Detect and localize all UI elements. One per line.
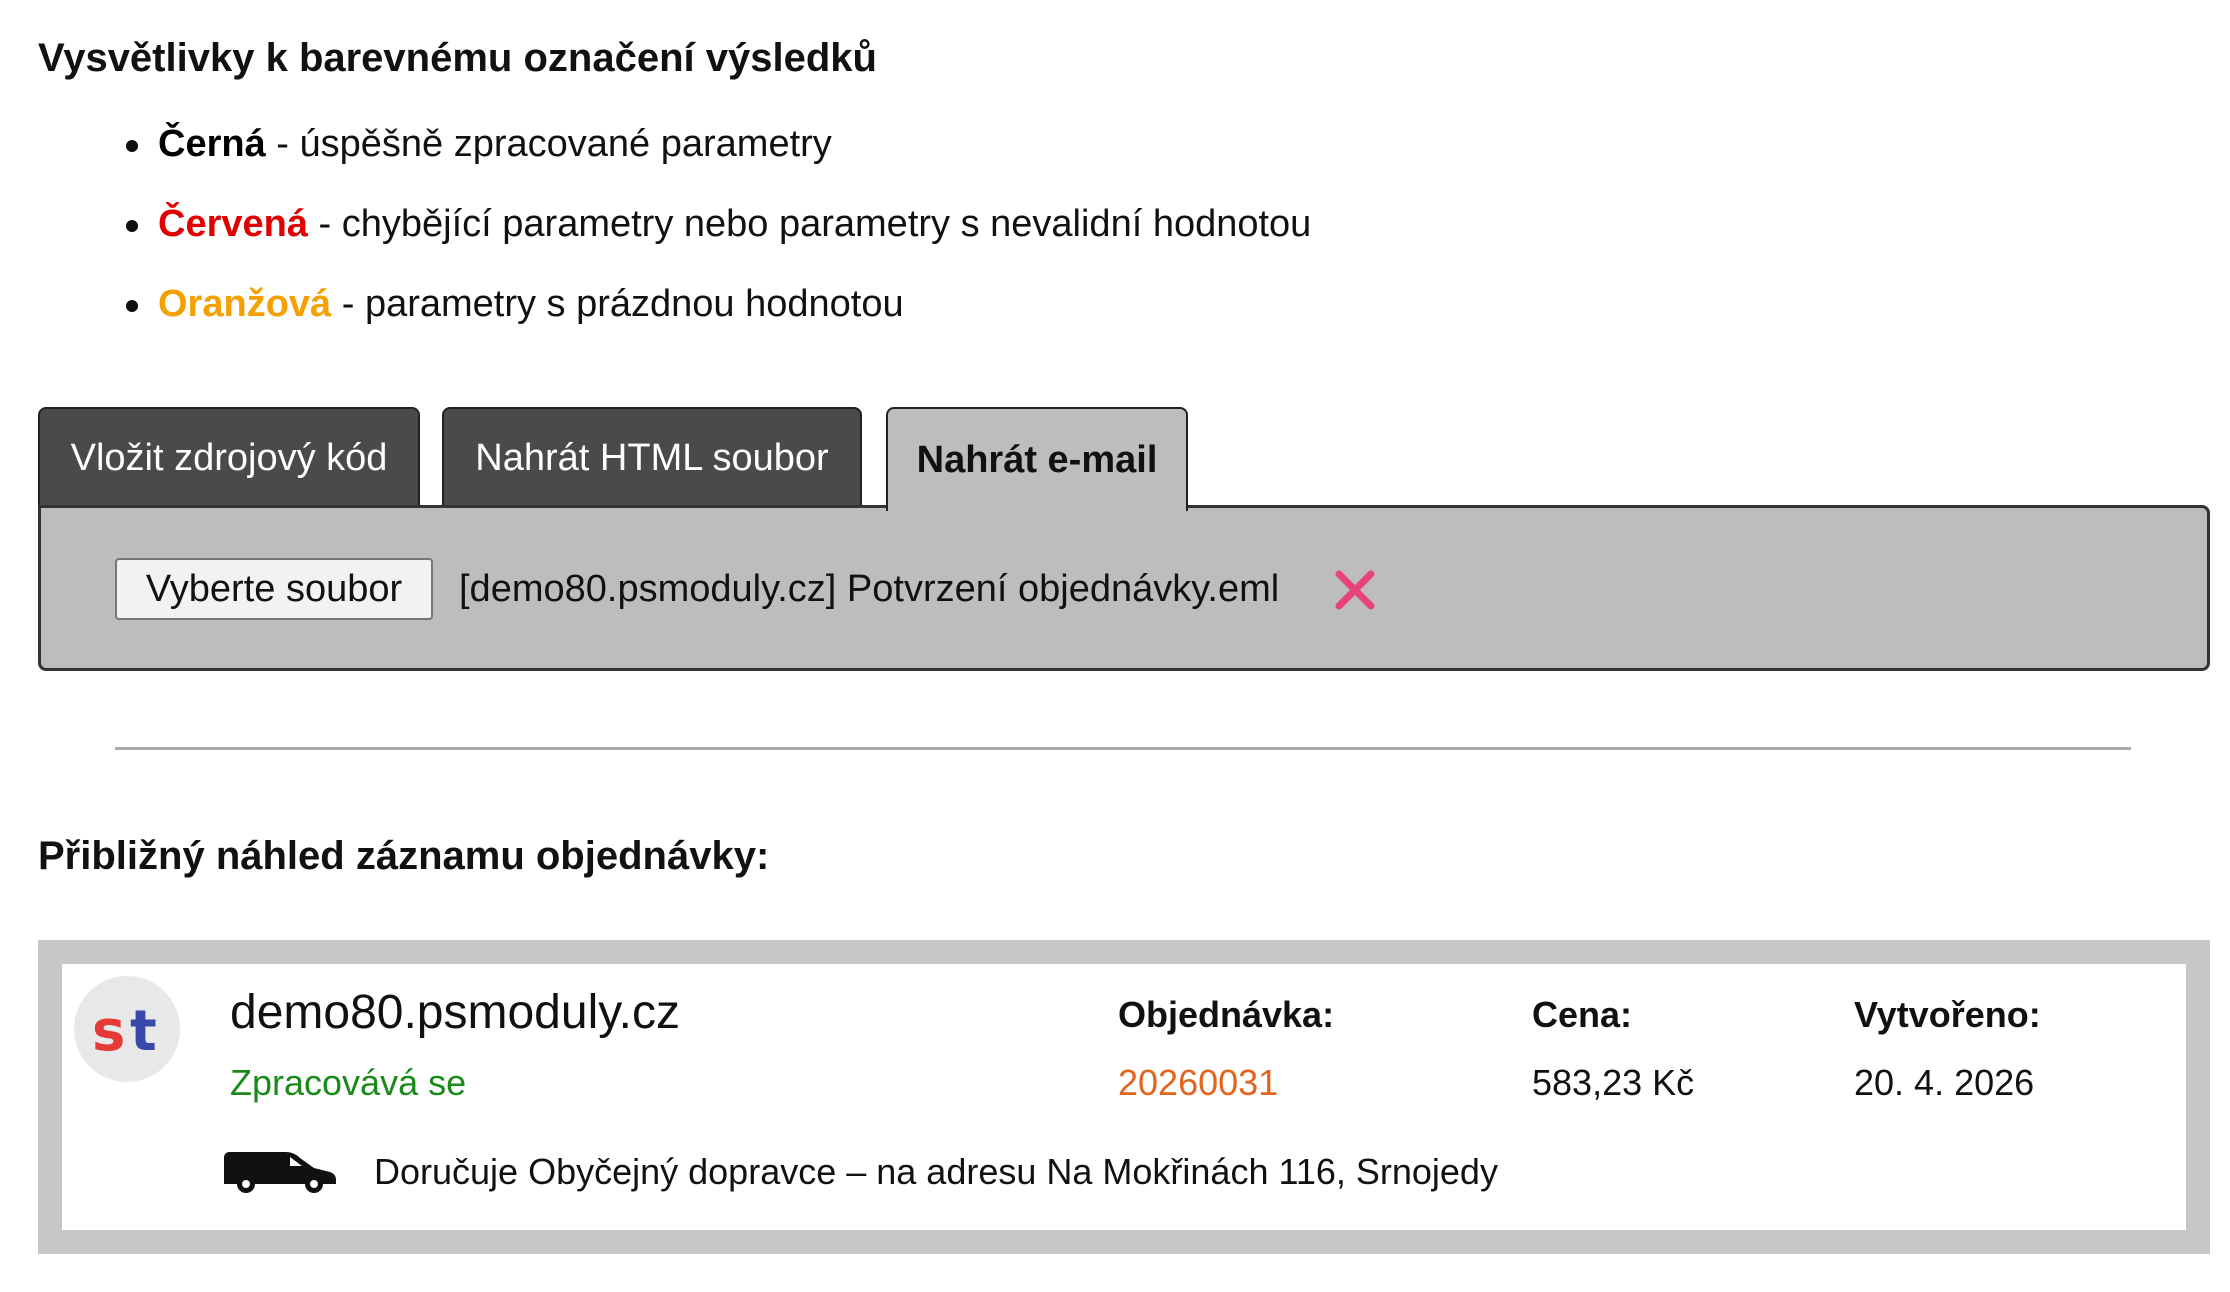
order-label: Objednávka: [1118, 994, 1335, 1035]
price-label: Cena: [1532, 994, 1633, 1035]
selected-file-name: [demo80.psmoduly.cz] Potvrzení objednávk… [459, 568, 1280, 610]
legend-title: Vysvětlivky k barevnému označení výsledk… [38, 36, 877, 80]
delivery-info: Doručuje Obyčejný dopravce – na adresu N… [374, 1151, 1498, 1192]
choose-file-button[interactable]: Vyberte soubor [115, 558, 433, 620]
upload-panel: Vyberte soubor [demo80.psmoduly.cz] Potv… [38, 505, 2210, 671]
legend-description: - úspěšně zpracované parametry [265, 123, 832, 165]
legend-description: - parametry s prázdnou hodnotou [331, 283, 904, 325]
legend-list: Černá - úspěšně zpracované parametry Čer… [120, 118, 1311, 358]
tab-upload-html[interactable]: Nahrát HTML soubor [442, 407, 862, 507]
bullet-icon [126, 140, 138, 152]
order-card: s t demo80.psmoduly.cz Zpracovává se Obj… [62, 964, 2186, 1230]
order-status: Zpracovává se [230, 1062, 467, 1103]
order-preview-frame: s t demo80.psmoduly.cz Zpracovává se Obj… [38, 940, 2210, 1254]
bullet-icon [126, 300, 138, 312]
legend-item-orange: Oranžová - parametry s prázdnou hodnotou [120, 278, 1311, 358]
legend-description: - chybějící parametry nebo parametry s n… [307, 203, 1312, 245]
page: Vysvětlivky k barevnému označení výsledk… [0, 0, 2230, 1292]
bullet-icon [126, 220, 138, 232]
van-icon [224, 1152, 336, 1193]
price-value: 583,23 Kč [1532, 1062, 1695, 1103]
created-value: 20. 4. 2026 [1854, 1062, 2035, 1103]
tab-paste-source[interactable]: Vložit zdrojový kód [38, 407, 420, 507]
divider [115, 747, 2131, 750]
shop-logo: s t [74, 976, 180, 1082]
legend-term: Oranžová [158, 283, 332, 325]
created-label: Vytvořeno: [1854, 994, 2041, 1035]
shop-name: demo80.psmoduly.cz [230, 986, 680, 1039]
tab-upload-email[interactable]: Nahrát e-mail [886, 407, 1188, 511]
svg-text:s: s [92, 999, 125, 1064]
legend-term: Černá [158, 123, 266, 165]
legend-item-red: Červená - chybějící parametry nebo param… [120, 198, 1311, 278]
legend-term: Červená [158, 203, 308, 245]
svg-text:t: t [130, 999, 157, 1064]
close-icon[interactable] [1333, 568, 1377, 612]
legend-item-black: Černá - úspěšně zpracované parametry [120, 118, 1311, 198]
preview-title: Přibližný náhled záznamu objednávky: [38, 834, 770, 878]
order-number: 20260031 [1118, 1062, 1279, 1103]
